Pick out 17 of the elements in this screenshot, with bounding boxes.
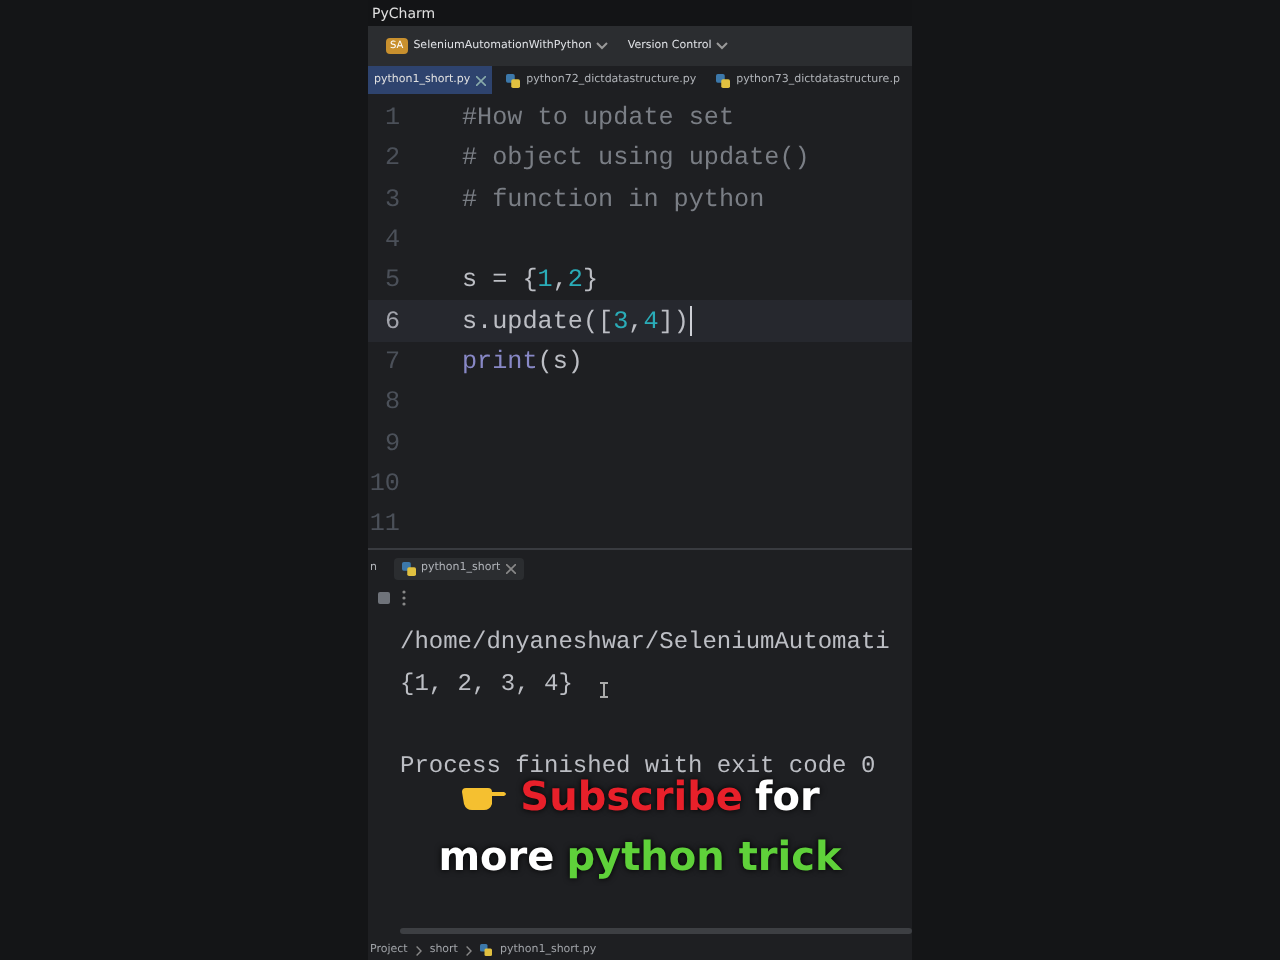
close-icon[interactable] <box>476 75 487 85</box>
stop-icon[interactable] <box>378 592 390 604</box>
python-file-icon <box>401 561 415 575</box>
caption-text: more <box>438 832 555 880</box>
text-cursor-icon <box>600 681 609 698</box>
caret-icon <box>595 42 608 50</box>
python-file-icon <box>716 73 731 87</box>
horizontal-scrollbar[interactable] <box>400 928 912 934</box>
caret-icon <box>715 42 728 50</box>
close-icon[interactable] <box>506 563 517 573</box>
chevron-icon <box>465 945 472 955</box>
python-file-icon <box>506 73 521 87</box>
python-file-icon <box>479 944 492 956</box>
chevron-icon <box>415 945 422 955</box>
console-output-line: {1, 2, 3, 4} <box>400 669 573 698</box>
console-output-line: /home/dnyaneshwar/SeleniumAutomati <box>400 628 890 657</box>
caption-text: python trick <box>566 832 842 880</box>
